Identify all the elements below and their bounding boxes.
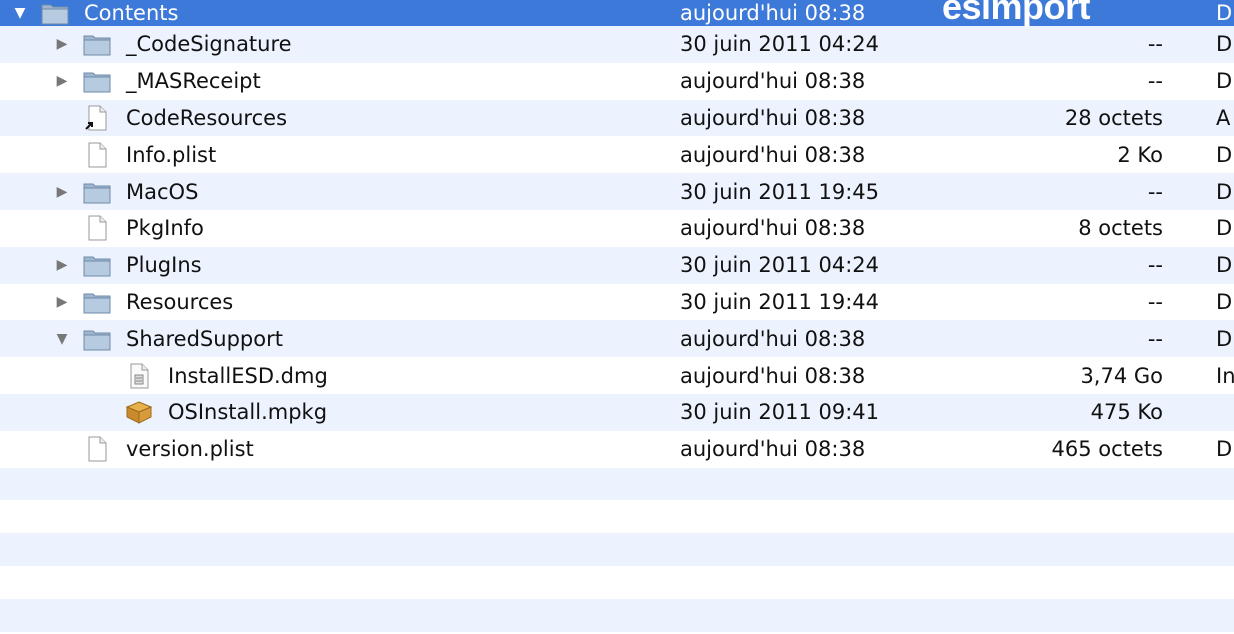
watermark: esimport (942, 0, 1091, 27)
file-row[interactable]: ▼ SharedSupport aujourd'hui 08:38 -- D (0, 320, 1234, 358)
file-row[interactable]: CodeResources aujourd'hui 08:38 28 octets A (0, 99, 1234, 137)
file-size: -- (1147, 69, 1163, 94)
file-row[interactable]: ▶ _MASReceipt aujourd'hui 08:38 -- D (0, 62, 1234, 100)
folder-icon (82, 289, 112, 315)
folder-icon (82, 31, 112, 57)
file-date: 30 juin 2011 09:41 (680, 400, 879, 425)
file-size: -- (1147, 326, 1163, 351)
folder-icon (82, 179, 112, 205)
file-size: -- (1147, 179, 1163, 204)
file-size: 3,74 Go (1080, 363, 1163, 388)
file-name: InstallESD.dmg (168, 363, 328, 388)
folder-icon (82, 68, 112, 94)
file-name: version.plist (126, 437, 254, 462)
file-row[interactable]: version.plist aujourd'hui 08:38 465 octets… (0, 430, 1234, 468)
file-row[interactable]: OSInstall.mpkg 30 juin 2011 09:41 475 Ko (0, 393, 1234, 431)
package-icon (124, 399, 154, 425)
file-name: OSInstall.mpkg (168, 400, 328, 425)
disclosure-closed-icon[interactable]: ▶ (54, 36, 70, 52)
file-name: CodeResources (126, 105, 288, 130)
file-date: 30 juin 2011 19:45 (680, 179, 879, 204)
file-kind: D (1216, 142, 1233, 167)
file-kind: D (1216, 69, 1233, 94)
file-name: Contents (84, 1, 179, 25)
file-kind: A (1216, 105, 1231, 130)
folder-icon (82, 326, 112, 352)
file-row[interactable]: ▶ PlugIns 30 juin 2011 04:24 -- D (0, 246, 1234, 284)
file-kind: D (1216, 179, 1233, 204)
file-date: aujourd'hui 08:38 (680, 142, 866, 167)
file-date: aujourd'hui 08:38 (680, 437, 866, 462)
empty-row (0, 565, 1234, 599)
document-icon (82, 142, 112, 168)
file-size: 465 octets (1051, 437, 1163, 462)
file-kind: D (1216, 216, 1233, 241)
file-kind: D (1216, 1, 1233, 25)
file-row[interactable]: ▶ _CodeSignature 30 juin 2011 04:24 -- D (0, 26, 1234, 63)
alias-icon (82, 105, 112, 131)
disclosure-open-icon[interactable]: ▼ (54, 331, 70, 347)
disclosure-open-icon[interactable]: ▼ (12, 5, 28, 21)
disclosure-closed-icon[interactable]: ▶ (54, 184, 70, 200)
file-name: Info.plist (126, 142, 217, 167)
file-date: aujourd'hui 08:38 (680, 326, 866, 351)
file-date: 30 juin 2011 19:44 (680, 289, 879, 314)
file-kind: D (1216, 326, 1233, 351)
file-name: _MASReceipt (126, 69, 261, 94)
empty-row (0, 500, 1234, 534)
file-kind: D (1216, 437, 1233, 462)
file-kind: D (1216, 289, 1233, 314)
document-icon (82, 215, 112, 241)
file-name: MacOS (126, 179, 199, 204)
file-size: -- (1147, 289, 1163, 314)
file-name: PkgInfo (126, 216, 204, 241)
file-row[interactable]: ▶ Resources 30 juin 2011 19:44 -- D (0, 283, 1234, 321)
file-size: 475 Ko (1090, 400, 1163, 425)
file-date: aujourd'hui 08:38 (680, 216, 866, 241)
empty-row (0, 467, 1234, 501)
file-kind: D (1216, 32, 1233, 57)
file-row[interactable]: Info.plist aujourd'hui 08:38 2 Ko D (0, 136, 1234, 174)
file-date: 30 juin 2011 04:24 (680, 253, 879, 278)
file-size: -- (1147, 253, 1163, 278)
file-size: 28 octets (1064, 105, 1163, 130)
file-list: ▼ Contents aujourd'hui 08:38 D ▶ _CodeSignatu… (0, 0, 1234, 632)
document-icon (82, 436, 112, 462)
file-date: 30 juin 2011 04:24 (680, 32, 879, 57)
file-name: Resources (126, 289, 234, 314)
file-row[interactable]: InstallESD.dmg aujourd'hui 08:38 3,74 Go In (0, 357, 1234, 394)
disclosure-closed-icon[interactable]: ▶ (54, 294, 70, 310)
file-name: SharedSupport (126, 326, 283, 351)
disk-image-icon (124, 363, 154, 389)
folder-icon (40, 0, 70, 26)
disclosure-closed-icon[interactable]: ▶ (54, 73, 70, 89)
empty-row (0, 598, 1234, 632)
empty-row (0, 533, 1234, 566)
file-row[interactable]: PkgInfo aujourd'hui 08:38 8 octets D (0, 209, 1234, 247)
file-kind: D (1216, 253, 1233, 278)
folder-icon (82, 252, 112, 278)
file-size: 8 octets (1078, 216, 1163, 241)
disclosure-closed-icon[interactable]: ▶ (54, 257, 70, 273)
file-date: aujourd'hui 08:38 (680, 363, 866, 388)
file-size: 2 Ko (1117, 142, 1163, 167)
file-size: -- (1147, 32, 1163, 57)
file-date: aujourd'hui 08:38 (680, 69, 866, 94)
file-row[interactable]: ▶ MacOS 30 juin 2011 19:45 -- D (0, 173, 1234, 210)
file-date: aujourd'hui 08:38 (680, 105, 866, 130)
file-kind: In (1216, 363, 1234, 388)
file-date: aujourd'hui 08:38 (680, 1, 866, 25)
file-name: PlugIns (126, 253, 202, 278)
file-name: _CodeSignature (126, 32, 292, 57)
